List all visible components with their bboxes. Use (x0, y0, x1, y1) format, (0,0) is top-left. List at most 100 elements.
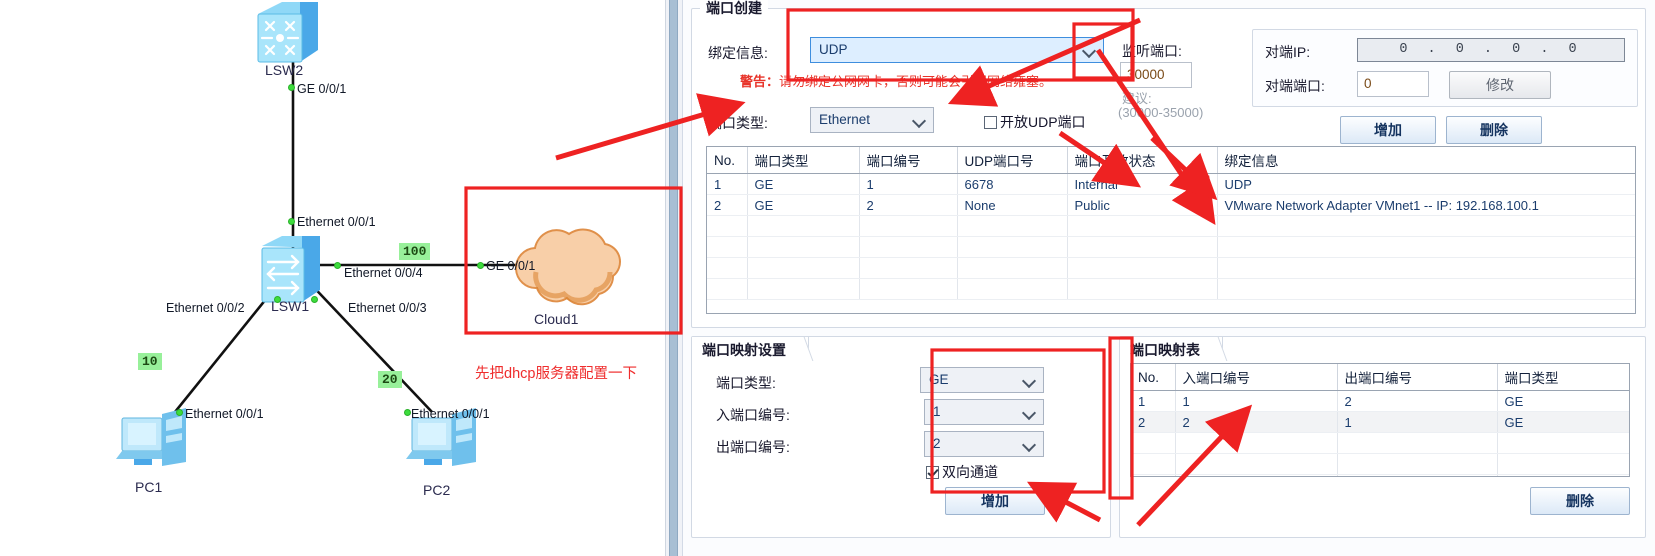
mapping-out-port-label: 出端口编号: (716, 439, 790, 455)
device-label-cloud1: Cloud1 (534, 311, 579, 327)
cell: 2 (1175, 411, 1338, 433)
scrollbar-thumb[interactable] (669, 0, 678, 556)
bidirectional-channel-checkbox[interactable]: 双向通道 (926, 462, 998, 482)
table-row-empty[interactable] (707, 278, 1635, 300)
cell: GE (747, 194, 860, 216)
port-mapping-table-groupbox: 端口映射表 No. 入端口编号 出端口编号 端口类型 1 1 2 GE 2 2 … (1119, 336, 1646, 538)
table-row-empty[interactable] (707, 257, 1635, 279)
table-row-empty[interactable] (707, 215, 1635, 237)
screen-root: LSW2 LSW1 Cloud1 PC1 PC2 GE 0/0/1 Ethern… (0, 0, 1655, 556)
warning-prefix: 警告： (740, 74, 780, 89)
table-row-empty[interactable] (1131, 474, 1629, 476)
bind-info-label: 绑定信息: (708, 45, 768, 61)
cell: UDP (1217, 173, 1635, 195)
port-create-groupbox: 端口创建 绑定信息: UDP 监听端口: 30000 建议: (30000-35… (691, 0, 1646, 328)
open-udp-port-label: 开放UDP端口 (1000, 114, 1086, 130)
mapping-th-outport: 出端口编号 (1337, 364, 1498, 391)
delete-mapping-button[interactable]: 删除 (1530, 487, 1630, 515)
peer-port-input[interactable]: 0 (1357, 71, 1429, 97)
interface-label-pc2-eth001: Ethernet 0/0/1 (411, 407, 490, 421)
ports-table-header-row: No. 端口类型 端口编号 UDP端口号 端口开放状态 绑定信息 (707, 147, 1635, 174)
port-mapping-settings-title: 端口映射设置 (692, 337, 809, 361)
warning-text: 警告：请勿绑定公网网卡，否则可能会引起网络雍塞。 (740, 71, 1052, 90)
ports-th-type: 端口类型 (747, 147, 860, 174)
mapping-port-type-combobox[interactable]: GE (920, 367, 1044, 393)
device-label-lsw2: LSW2 (265, 62, 304, 78)
device-lsw1-icon (261, 236, 320, 303)
port-dot-lsw1-eth003 (311, 296, 318, 303)
cell: 2 (859, 194, 958, 216)
cell: 1 (859, 173, 958, 195)
table-row[interactable]: 2 GE 2 None Public VMware Network Adapte… (707, 194, 1635, 216)
table-row-empty[interactable] (707, 236, 1635, 258)
annotation-note-dhcp: 先把dhcp服务器配置一下 (475, 366, 637, 382)
ports-th-no: No. (707, 147, 748, 174)
ports-th-status: 端口开放状态 (1067, 147, 1218, 174)
modify-button[interactable]: 修改 (1449, 71, 1551, 99)
cell: Public (1067, 194, 1218, 216)
mapping-in-port-label: 入端口编号: (716, 407, 790, 423)
warning-body: 请勿绑定公网网卡，否则可能会引起网络雍塞。 (779, 74, 1053, 89)
create-port-type-combobox[interactable]: Ethernet (810, 107, 934, 133)
table-row-empty[interactable] (1131, 453, 1629, 475)
panel-scrollbar[interactable] (665, 0, 682, 556)
table-row[interactable]: 1 1 2 GE (1131, 390, 1629, 412)
cloud-config-dialog: 端口创建 绑定信息: UDP 监听端口: 30000 建议: (30000-35… (682, 0, 1655, 556)
listen-port-input[interactable]: 30000 (1120, 62, 1192, 88)
port-dot-lsw1-eth001 (288, 218, 295, 225)
peer-ip-label: 对端IP: (1265, 44, 1311, 60)
port-dot-lsw1-eth002 (274, 296, 281, 303)
table-row[interactable]: 2 2 1 GE (1131, 411, 1629, 433)
device-lsw2-icon (257, 2, 318, 63)
port-dot-cloud1-ge001 (477, 262, 484, 269)
chevron-down-icon (1022, 405, 1036, 419)
open-udp-port-checkbox[interactable]: 开放UDP端口 (984, 112, 1086, 132)
ports-table[interactable]: No. 端口类型 端口编号 UDP端口号 端口开放状态 绑定信息 1 GE 1 (706, 146, 1636, 314)
cell: 1 (707, 173, 748, 195)
checkbox-box (984, 116, 997, 129)
cell: GE (747, 173, 860, 195)
port-dot-lsw2-ge001 (288, 84, 295, 91)
device-label-pc2: PC2 (423, 482, 451, 498)
cell: 2 (1337, 390, 1498, 412)
vlan-tag-20: 20 (378, 371, 402, 388)
add-port-button[interactable]: 增加 (1340, 116, 1436, 144)
mapping-out-port-combobox[interactable]: 2 (924, 431, 1044, 457)
mapping-th-no: No. (1131, 364, 1176, 391)
cell: 1 (1337, 411, 1498, 433)
mapping-in-port-combobox[interactable]: 1 (924, 399, 1044, 425)
mapping-port-type-value: GE (929, 372, 949, 387)
table-row[interactable]: 1 GE 1 6678 Internal UDP (707, 173, 1635, 195)
peer-settings-panel: 对端IP: 0 . 0 . 0 . 0 对端端口: 0 修改 (1252, 29, 1638, 107)
port-dot-pc1-eth001 (176, 409, 183, 416)
vlan-tag-10: 10 (138, 353, 162, 370)
peer-ip-input[interactable]: 0 . 0 . 0 . 0 (1357, 38, 1625, 62)
ports-th-bind: 绑定信息 (1217, 147, 1635, 174)
checkbox-box (926, 466, 939, 479)
delete-port-button[interactable]: 删除 (1446, 116, 1542, 144)
chevron-down-icon (1022, 437, 1036, 451)
ports-th-number: 端口编号 (859, 147, 958, 174)
port-dot-lsw1-eth004 (334, 262, 341, 269)
bind-info-combobox[interactable]: UDP (810, 37, 1104, 63)
mapping-in-port-value: 1 (933, 404, 941, 419)
vlan-tag-100: 100 (399, 243, 431, 260)
interface-label-lsw1-eth003: Ethernet 0/0/3 (348, 301, 427, 315)
interface-label-lsw1-eth002: Ethernet 0/0/2 (166, 301, 245, 315)
bind-info-value: UDP (819, 42, 848, 57)
cell: GE (1497, 411, 1629, 433)
chevron-down-icon (1082, 43, 1096, 57)
cell: 2 (1131, 411, 1176, 433)
chevron-down-icon (1022, 373, 1036, 387)
cell: VMware Network Adapter VMnet1 -- IP: 192… (1217, 194, 1635, 216)
device-label-pc1: PC1 (135, 479, 163, 495)
listen-port-label: 监听端口: (1122, 43, 1182, 59)
port-mapping-table[interactable]: No. 入端口编号 出端口编号 端口类型 1 1 2 GE 2 2 1 GE (1130, 363, 1630, 477)
table-row-empty[interactable] (1131, 432, 1629, 454)
add-mapping-button[interactable]: 增加 (945, 487, 1045, 515)
topology-canvas[interactable]: LSW2 LSW1 Cloud1 PC1 PC2 GE 0/0/1 Ethern… (0, 0, 665, 556)
cell: 1 (1175, 390, 1338, 412)
create-port-type-label: 端口类型: (708, 115, 768, 131)
interface-label-lsw2-ge001: GE 0/0/1 (297, 82, 347, 96)
interface-label-lsw1-eth001: Ethernet 0/0/1 (297, 215, 376, 229)
